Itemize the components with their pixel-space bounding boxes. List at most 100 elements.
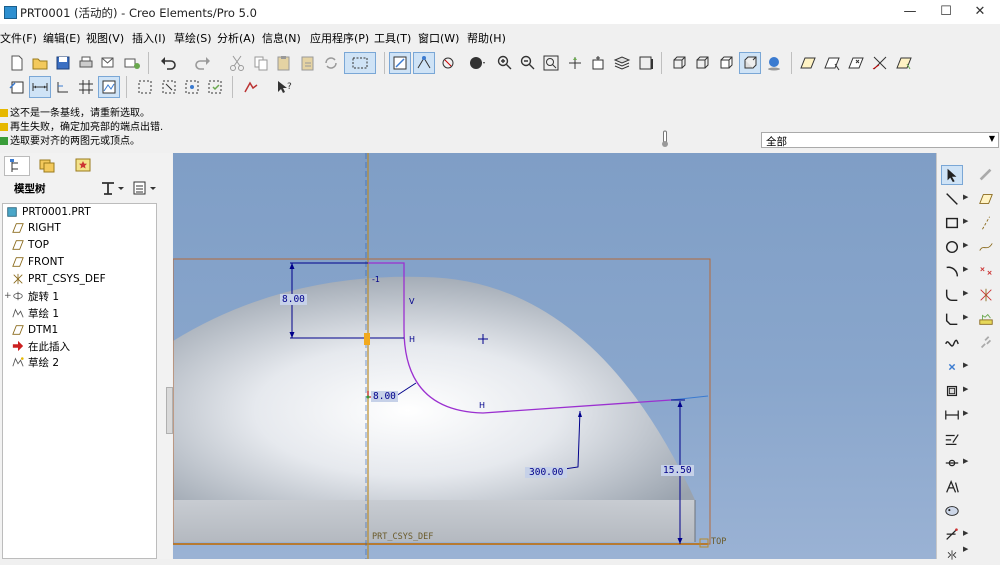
sketch-references-icon[interactable]: [52, 76, 74, 98]
flyout-arrow-icon[interactable]: ▶: [963, 289, 969, 297]
chamfer-tool-icon[interactable]: [941, 309, 963, 329]
email-link-icon[interactable]: [121, 52, 143, 74]
refit-icon[interactable]: [540, 52, 562, 74]
maximize-button[interactable]: ☐: [928, 2, 964, 22]
tab-model-tree[interactable]: [4, 156, 30, 176]
flyout-arrow-icon[interactable]: ▶: [963, 529, 969, 537]
use-edge-tool-icon[interactable]: [941, 381, 963, 401]
save-icon[interactable]: [52, 52, 74, 74]
tree-settings-button[interactable]: [99, 179, 127, 197]
menu-tools[interactable]: 工具(T): [374, 30, 411, 46]
flyout-arrow-icon[interactable]: ▶: [963, 409, 969, 417]
tree-item-insert-here[interactable]: 在此插入: [11, 338, 70, 354]
sketch-setup-icon[interactable]: [6, 76, 28, 98]
tab-favorites[interactable]: [74, 156, 100, 176]
datum-planes-icon[interactable]: [797, 52, 819, 74]
reorient-icon[interactable]: [564, 52, 586, 74]
point-tool-icon[interactable]: [941, 357, 963, 377]
new-icon[interactable]: [6, 52, 28, 74]
redo-icon[interactable]: [192, 52, 214, 74]
pick-many-icon[interactable]: [181, 76, 203, 98]
tab-folder-browser[interactable]: [38, 156, 64, 176]
flyout-arrow-icon[interactable]: ▶: [963, 265, 969, 273]
cut-icon[interactable]: [226, 52, 248, 74]
layers-icon[interactable]: [611, 52, 633, 74]
mirror-tool-icon[interactable]: [941, 545, 963, 565]
paste-icon[interactable]: [273, 52, 295, 74]
tree-item-revolve[interactable]: + 旋转 1: [4, 288, 59, 304]
view-manager-icon[interactable]: [635, 52, 657, 74]
arc-tool-icon[interactable]: [941, 261, 963, 281]
menu-sketch[interactable]: 草绘(S): [174, 30, 212, 46]
menu-view[interactable]: 视图(V): [86, 30, 124, 46]
sketcher-diagnostics-icon[interactable]: [240, 76, 262, 98]
display-dimensions-icon[interactable]: [29, 76, 51, 98]
snap-icon[interactable]: [134, 76, 156, 98]
menu-file[interactable]: 文件(F): [0, 30, 37, 46]
menu-help[interactable]: 帮助(H): [467, 30, 506, 46]
dim-label-15-50[interactable]: 15.50: [661, 465, 694, 476]
email-icon[interactable]: [98, 52, 120, 74]
line-tool-icon[interactable]: [941, 189, 963, 209]
plane-tool-icon[interactable]: [975, 189, 997, 209]
spline-tool-icon[interactable]: [941, 333, 963, 353]
menu-window[interactable]: 窗口(W): [418, 30, 459, 46]
tree-item-dtm1[interactable]: DTM1: [11, 322, 58, 338]
text-tool-icon[interactable]: [941, 477, 963, 497]
flyout-arrow-icon[interactable]: ▶: [963, 217, 969, 225]
tree-item-sketch-2[interactable]: 草绘 2: [11, 354, 59, 370]
dimension-tool-icon[interactable]: [941, 405, 963, 425]
select-icon[interactable]: [158, 76, 180, 98]
paste-special-icon[interactable]: [297, 52, 319, 74]
saved-views-icon[interactable]: [588, 52, 610, 74]
circle-tool-icon[interactable]: [941, 237, 963, 257]
rectangle-tool-icon[interactable]: [941, 213, 963, 233]
open-icon[interactable]: [29, 52, 51, 74]
panel-splitter[interactable]: [166, 387, 173, 434]
analysis-tool-icon[interactable]: [975, 309, 997, 329]
tree-item-part[interactable]: PRT0001.PRT: [5, 204, 91, 220]
menu-applications[interactable]: 应用程序(P): [310, 30, 369, 46]
menu-insert[interactable]: 插入(I): [132, 30, 166, 46]
csys-tool-icon[interactable]: [975, 285, 997, 305]
flyout-arrow-icon[interactable]: ▶: [963, 361, 969, 369]
selection-filter[interactable]: 全部 ▼: [761, 132, 999, 148]
expand-icon[interactable]: +: [4, 291, 12, 301]
menu-info[interactable]: 信息(N): [262, 30, 301, 46]
graphics-window[interactable]: 8.00 8.00 300.00 15.50 V H H -1 PRT_CSYS…: [173, 153, 936, 559]
display-sketch-icon[interactable]: [98, 76, 120, 98]
copy-icon[interactable]: [250, 52, 272, 74]
hidden-line-icon[interactable]: [691, 52, 713, 74]
curve-tool-icon[interactable]: [975, 237, 997, 257]
deselect-icon[interactable]: [204, 76, 226, 98]
no-hidden-icon[interactable]: [715, 52, 737, 74]
zoom-out-icon[interactable]: [517, 52, 539, 74]
shaded-display-icon[interactable]: [739, 52, 761, 74]
print-icon[interactable]: [75, 52, 97, 74]
link-tool-icon[interactable]: [975, 333, 997, 353]
display-vertices-icon[interactable]: [413, 52, 435, 74]
grid-icon[interactable]: [75, 76, 97, 98]
tree-item-front[interactable]: FRONT: [11, 254, 64, 270]
display-constraints-icon[interactable]: [437, 52, 459, 74]
flyout-arrow-icon[interactable]: ▶: [963, 313, 969, 321]
flyout-arrow-icon[interactable]: ▶: [963, 241, 969, 249]
wireframe-icon[interactable]: [668, 52, 690, 74]
selection-box-icon[interactable]: [344, 52, 376, 74]
enhanced-realism-icon[interactable]: [763, 52, 785, 74]
trim-tool-icon[interactable]: [941, 525, 963, 545]
dim-label-8-radius[interactable]: 8.00: [371, 391, 398, 402]
tree-item-top[interactable]: TOP: [11, 237, 49, 253]
undo-icon[interactable]: [157, 52, 179, 74]
datum-point-tool-icon[interactable]: [975, 261, 997, 281]
constraint-tool-icon[interactable]: [941, 453, 963, 473]
fillet-tool-icon[interactable]: [941, 285, 963, 305]
annotation-display-icon[interactable]: [893, 52, 915, 74]
minimize-button[interactable]: —: [892, 2, 928, 22]
modify-tool-icon[interactable]: [941, 429, 963, 449]
coordinate-systems-icon[interactable]: [869, 52, 891, 74]
zoom-in-icon[interactable]: [494, 52, 516, 74]
tree-show-button[interactable]: [131, 179, 159, 197]
context-help-icon[interactable]: ?: [273, 76, 295, 98]
close-button[interactable]: ✕: [962, 2, 998, 22]
